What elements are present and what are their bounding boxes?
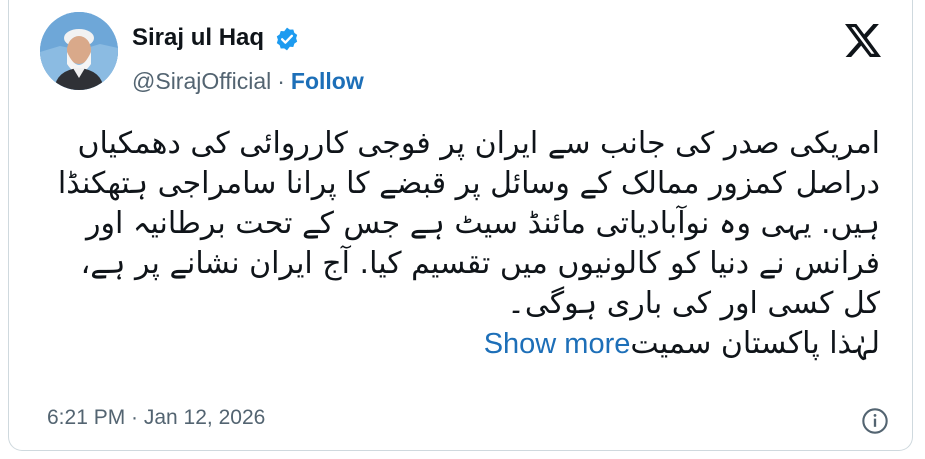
tweet-line: امریکی صدر کی جانب سے ایران پر فوجی کارر… bbox=[77, 126, 880, 161]
verified-badge-icon bbox=[276, 27, 298, 51]
info-icon[interactable] bbox=[861, 407, 889, 435]
handle-row: @SirajOfficial · Follow bbox=[132, 67, 364, 95]
tweet-line: کل کسی اور کی باری ہوگی۔ bbox=[507, 286, 880, 321]
x-logo-icon[interactable] bbox=[845, 24, 881, 57]
tweet-line: دراصل کمزور ممالک کے وسائل پر قبضے کا پر… bbox=[57, 166, 880, 201]
tweet-line: ہیں. یہی وہ نوآبادیاتی مائنڈ سیٹ ہے جس ک… bbox=[86, 206, 880, 241]
avatar-image bbox=[40, 12, 118, 90]
tweet-timestamp[interactable]: 6:21 PM · Jan 12, 2026 bbox=[47, 404, 265, 432]
tweet-card: Siraj ul Haq @SirajOfficial · Follow امریک… bbox=[8, 0, 913, 451]
avatar[interactable] bbox=[40, 12, 118, 90]
show-more-link[interactable]: Show more bbox=[484, 328, 631, 360]
tweet-last-line: لہٰذا پاکستان سمیتShow more bbox=[45, 324, 880, 364]
tweet-line: فرانس نے دنیا کو کالونیوں میں تقسیم کیا.… bbox=[80, 246, 880, 281]
author-name[interactable]: Siraj ul Haq bbox=[132, 24, 264, 52]
tweet-text: امریکی صدر کی جانب سے ایران پر فوجی کارر… bbox=[45, 124, 880, 364]
separator-dot: · bbox=[277, 68, 285, 94]
author-handle[interactable]: @SirajOfficial bbox=[132, 68, 271, 94]
tweet-line: لہٰذا پاکستان سمیت bbox=[630, 326, 880, 361]
follow-button[interactable]: Follow bbox=[291, 68, 364, 94]
